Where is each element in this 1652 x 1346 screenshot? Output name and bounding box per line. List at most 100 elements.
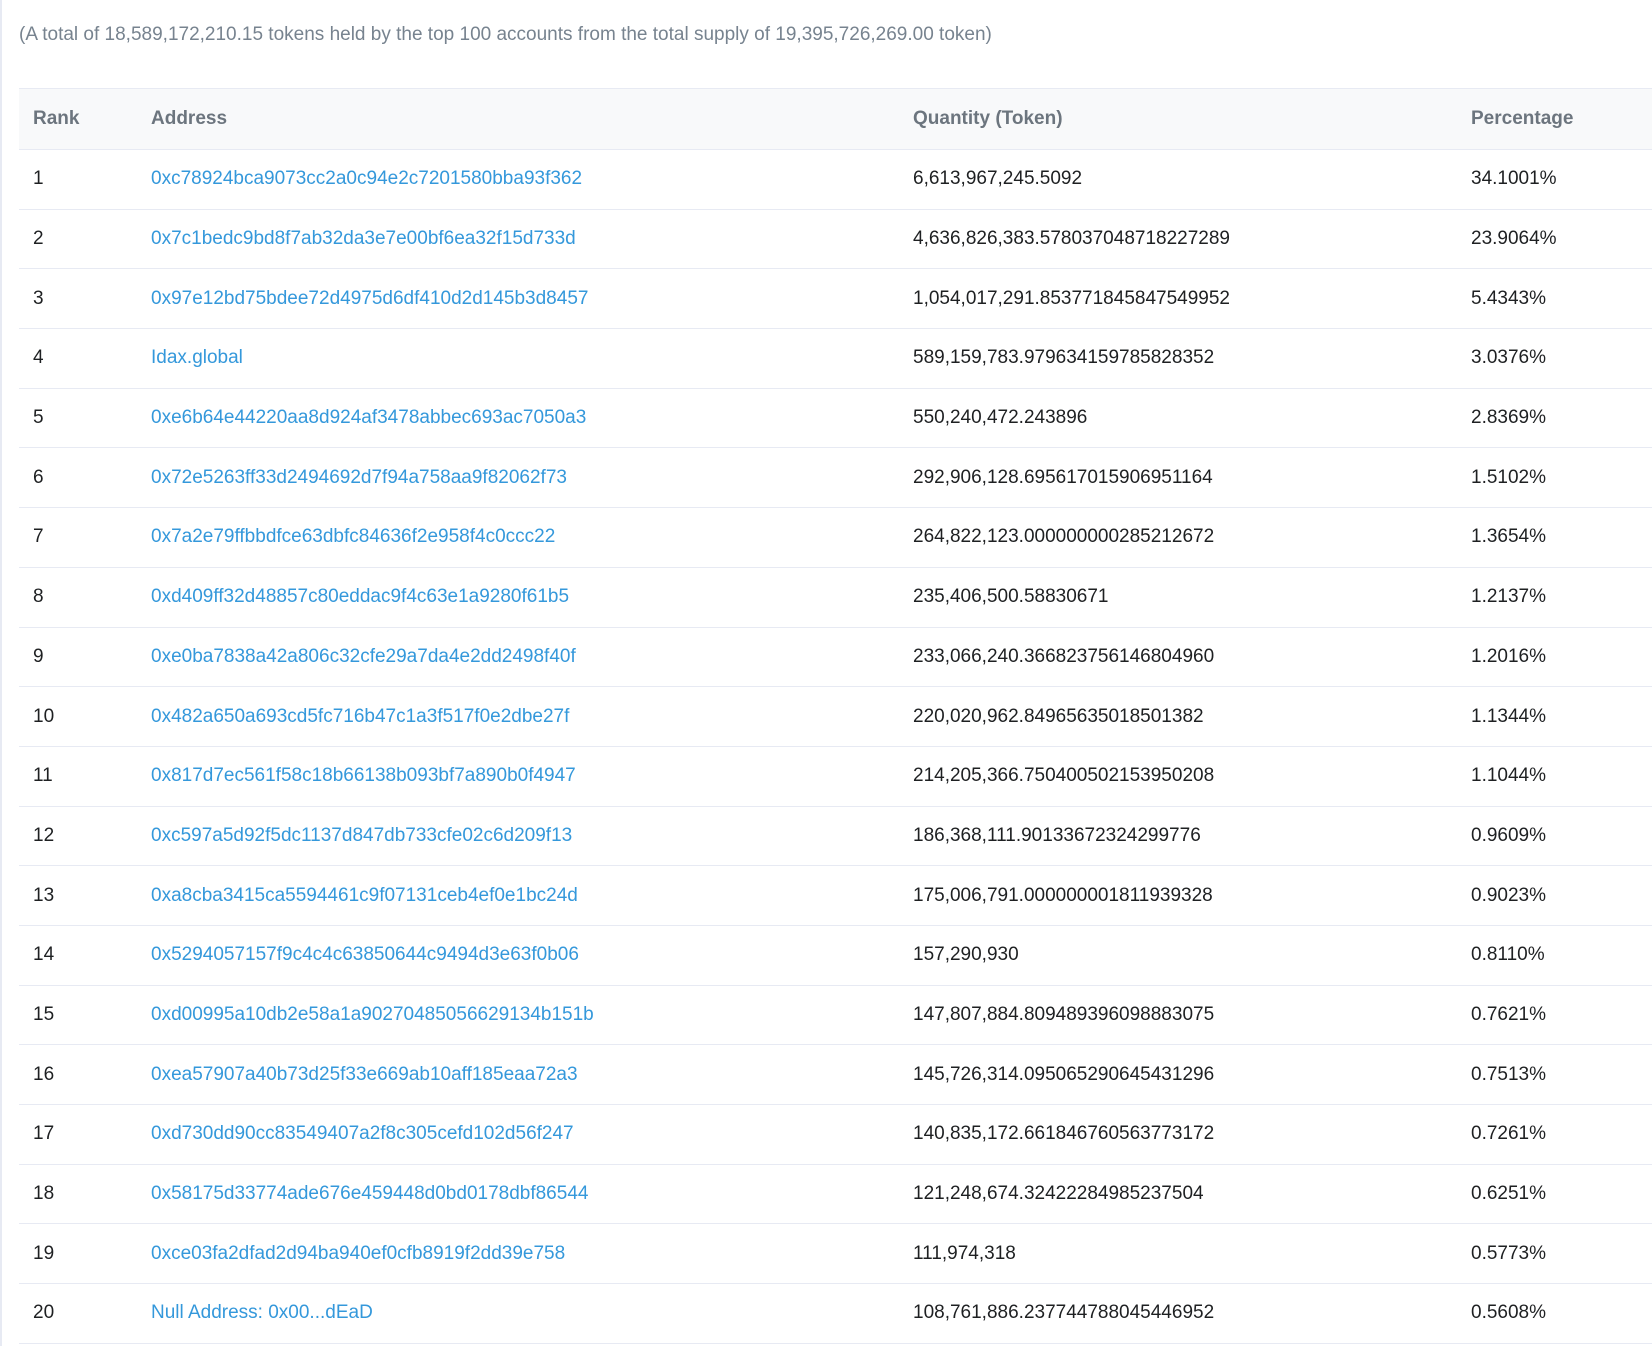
- rank-cell: 19: [33, 1242, 55, 1264]
- quantity-cell: 6,613,967,245.5092: [913, 168, 1083, 190]
- address-cell: 0xd730dd90cc83549407a2f8c305cefd102d56f2…: [137, 1105, 899, 1165]
- holder-address-link[interactable]: 0xc78924bca9073cc2a0c94e2c7201580bba93f3…: [151, 168, 582, 189]
- table-row: 13 0xa8cba3415ca5594461c9f07131ceb4ef0e1b…: [19, 866, 1652, 926]
- holder-address-link[interactable]: 0xa8cba3415ca5594461c9f07131ceb4ef0e1bc2…: [151, 885, 578, 906]
- rank-cell: 20: [33, 1302, 55, 1324]
- address-cell: 0xc597a5d92f5dc1137d847db733cfe02c6d209f…: [137, 806, 899, 866]
- holder-address-link[interactable]: 0x817d7ec561f58c18b66138b093bf7a890b0f49…: [151, 765, 576, 786]
- percentage-cell: 1.3654%: [1471, 526, 1547, 548]
- quantity-cell: 147,807,884.809489396098883075: [913, 1003, 1215, 1025]
- address-column-header: Address: [151, 108, 228, 129]
- table-row: 4 Idax.global 589,159,783.9796341597858283…: [19, 329, 1652, 389]
- holder-address-link[interactable]: 0x58175d33774ade676e459448d0bd0178dbf865…: [151, 1183, 588, 1204]
- rank-cell: 12: [33, 824, 55, 846]
- table-row: 10 0x482a650a693cd5fc716b47c1a3f517f0e2db…: [19, 687, 1652, 747]
- quantity-cell: 220,020,962.84965635018501382: [913, 705, 1204, 727]
- holder-address-link[interactable]: 0xd730dd90cc83549407a2f8c305cefd102d56f2…: [151, 1123, 574, 1144]
- address-cell: 0xd409ff32d48857c80eddac9f4c63e1a9280f61…: [137, 567, 899, 627]
- table-row: 7 0x7a2e79ffbbdfce63dbfc84636f2e958f4c0cc…: [19, 508, 1652, 568]
- holder-address-link[interactable]: Idax.global: [151, 347, 243, 368]
- percentage-cell: 0.7261%: [1471, 1123, 1547, 1145]
- quantity-cell: 175,006,791.000000001811939328: [913, 884, 1213, 906]
- address-cell: 0x72e5263ff33d2494692d7f94a758aa9f82062f…: [137, 448, 899, 508]
- address-cell: 0x817d7ec561f58c18b66138b093bf7a890b0f49…: [137, 746, 899, 806]
- holder-address-link[interactable]: 0x97e12bd75bdee72d4975d6df410d2d145b3d84…: [151, 288, 588, 309]
- table-row: 9 0xe0ba7838a42a806c32cfe29a7da4e2dd2498f…: [19, 627, 1652, 687]
- quantity-cell: 4,636,826,383.578037048718227289: [913, 228, 1230, 250]
- holder-address-link[interactable]: 0xce03fa2dfad2d94ba940ef0cfb8919f2dd39e7…: [151, 1243, 565, 1264]
- holder-address-link[interactable]: 0x7a2e79ffbbdfce63dbfc84636f2e958f4c0ccc…: [151, 526, 555, 547]
- holder-address-link[interactable]: 0xe0ba7838a42a806c32cfe29a7da4e2dd2498f4…: [151, 646, 576, 667]
- quantity-cell: 1,054,017,291.853771845847549952: [913, 287, 1230, 309]
- quantity-cell: 121,248,674.32422284985237504: [913, 1183, 1204, 1205]
- percentage-cell: 1.1044%: [1471, 765, 1547, 787]
- holder-address-link[interactable]: 0xc597a5d92f5dc1137d847db733cfe02c6d209f…: [151, 825, 572, 846]
- percentage-cell: 0.7513%: [1471, 1063, 1547, 1085]
- holders-summary: (A total of 18,589,172,210.15 tokens hel…: [19, 24, 992, 45]
- holder-address-link[interactable]: Null Address: 0x00...dEaD: [151, 1302, 373, 1323]
- holder-address-link[interactable]: 0x5294057157f9c4c4c63850644c9494d3e63f0b…: [151, 944, 579, 965]
- percentage-cell: 0.5608%: [1471, 1302, 1547, 1324]
- quantity-cell: 292,906,128.695617015906951164: [913, 466, 1213, 488]
- rank-cell: 15: [33, 1003, 55, 1025]
- rank-cell: 5: [33, 407, 44, 429]
- rank-cell: 2: [33, 228, 44, 250]
- quantity-cell: 214,205,366.750400502153950208: [913, 765, 1215, 787]
- address-cell: Null Address: 0x00...dEaD: [137, 1284, 899, 1344]
- table-row: 2 0x7c1bedc9bd8f7ab32da3e7e00bf6ea32f15d7…: [19, 209, 1652, 269]
- holder-address-link[interactable]: 0x72e5263ff33d2494692d7f94a758aa9f82062f…: [151, 467, 567, 488]
- percentage-cell: 0.9023%: [1471, 884, 1547, 906]
- holder-address-link[interactable]: 0x482a650a693cd5fc716b47c1a3f517f0e2dbe2…: [151, 706, 569, 727]
- percentage-cell: 1.1344%: [1471, 705, 1547, 727]
- table-row: 14 0x5294057157f9c4c4c63850644c9494d3e63f…: [19, 925, 1652, 986]
- rank-cell: 3: [33, 287, 44, 309]
- rank-cell: 17: [33, 1123, 55, 1145]
- table-row: 6 0x72e5263ff33d2494692d7f94a758aa9f82062…: [19, 448, 1652, 508]
- percentage-cell: 0.6251%: [1471, 1183, 1547, 1205]
- page-left-border: [0, 0, 2, 1346]
- quantity-cell: 157,290,930: [913, 944, 1019, 966]
- holder-address-link[interactable]: 0xd409ff32d48857c80eddac9f4c63e1a9280f61…: [151, 586, 569, 607]
- holder-address-link[interactable]: 0xea57907a40b73d25f33e669ab10aff185eaa72…: [151, 1064, 578, 1085]
- quantity-cell: 108,761,886.237744788045446952: [913, 1302, 1215, 1324]
- quantity-cell: 589,159,783.979634159785828352: [913, 347, 1215, 369]
- quantity-cell: 235,406,500.58830671: [913, 586, 1109, 608]
- percentage-cell: 34.1001%: [1471, 168, 1557, 190]
- address-cell: 0x5294057157f9c4c4c63850644c9494d3e63f0b…: [137, 925, 899, 985]
- quantity-column-header: Quantity (Token): [913, 108, 1063, 129]
- percentage-cell: 0.5773%: [1471, 1242, 1547, 1264]
- rank-cell: 4: [33, 347, 44, 369]
- table-row: 15 0xd00995a10db2e58a1a90270485056629134b…: [19, 985, 1652, 1045]
- quantity-cell: 233,066,240.366823756146804960: [913, 645, 1215, 667]
- percentage-cell: 1.2137%: [1471, 586, 1547, 608]
- address-cell: 0x482a650a693cd5fc716b47c1a3f517f0e2dbe2…: [137, 687, 899, 747]
- rank-cell: 6: [33, 466, 44, 488]
- table-row: 8 0xd409ff32d48857c80eddac9f4c63e1a9280f6…: [19, 567, 1652, 627]
- address-cell: 0xe0ba7838a42a806c32cfe29a7da4e2dd2498f4…: [137, 627, 899, 687]
- percentage-cell: 5.4343%: [1471, 287, 1547, 309]
- rank-column-header: Rank: [33, 108, 80, 129]
- rank-cell: 14: [33, 944, 55, 966]
- percentage-cell: 3.0376%: [1471, 347, 1547, 369]
- holder-address-link[interactable]: 0x7c1bedc9bd8f7ab32da3e7e00bf6ea32f15d73…: [151, 228, 576, 249]
- address-cell: 0xe6b64e44220aa8d924af3478abbec693ac7050…: [137, 388, 899, 448]
- table-row: 16 0xea57907a40b73d25f33e669ab10aff185eaa…: [19, 1045, 1652, 1105]
- table-row: 5 0xe6b64e44220aa8d924af3478abbec693ac705…: [19, 388, 1652, 448]
- rank-cell: 11: [33, 765, 53, 787]
- address-cell: 0x7c1bedc9bd8f7ab32da3e7e00bf6ea32f15d73…: [137, 209, 899, 269]
- address-cell: 0xea57907a40b73d25f33e669ab10aff185eaa72…: [137, 1045, 899, 1105]
- table-row: 12 0xc597a5d92f5dc1137d847db733cfe02c6d20…: [19, 806, 1652, 866]
- rank-cell: 1: [33, 168, 44, 190]
- percentage-cell: 2.8369%: [1471, 407, 1547, 429]
- address-cell: 0xc78924bca9073cc2a0c94e2c7201580bba93f3…: [137, 150, 899, 210]
- holder-address-link[interactable]: 0xd00995a10db2e58a1a90270485056629134b15…: [151, 1004, 594, 1025]
- table-row: 1 0xc78924bca9073cc2a0c94e2c7201580bba93f…: [19, 150, 1652, 210]
- percentage-cell: 1.5102%: [1471, 466, 1547, 488]
- rank-cell: 7: [33, 526, 44, 548]
- table-body: 1 0xc78924bca9073cc2a0c94e2c7201580bba93f…: [19, 150, 1652, 1344]
- percentage-cell: 0.8110%: [1471, 944, 1545, 966]
- percentage-cell: 23.9064%: [1471, 228, 1557, 250]
- table-row: 17 0xd730dd90cc83549407a2f8c305cefd102d56…: [19, 1105, 1652, 1165]
- holder-address-link[interactable]: 0xe6b64e44220aa8d924af3478abbec693ac7050…: [151, 407, 586, 428]
- address-cell: 0xa8cba3415ca5594461c9f07131ceb4ef0e1bc2…: [137, 866, 899, 926]
